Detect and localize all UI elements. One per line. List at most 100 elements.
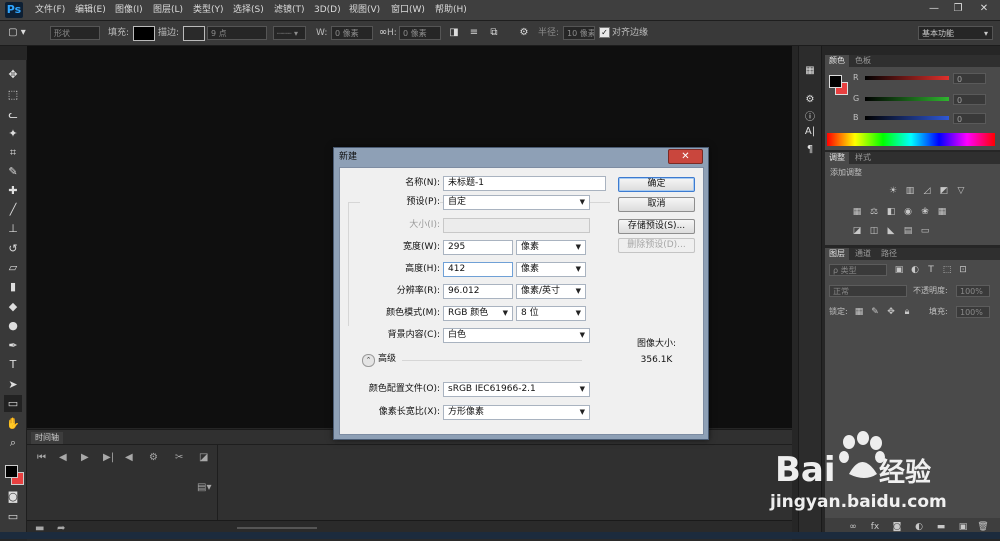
color-lookup-icon[interactable]: ▦ [936, 206, 948, 218]
black-white-icon[interactable]: ◧ [885, 206, 897, 218]
menu-type[interactable]: 类型(Y) [193, 3, 224, 17]
exposure-icon[interactable]: ◩ [938, 185, 950, 197]
filter-smart-object-icon[interactable]: ⊡ [957, 264, 969, 276]
type-tool-icon[interactable]: T [4, 356, 22, 373]
history-panel-icon[interactable]: ▦ [802, 63, 818, 79]
character-panel-icon[interactable]: A| [802, 124, 818, 140]
bit-depth-select[interactable]: 8 位 ▼ [516, 306, 586, 321]
align-edges-checkbox[interactable]: ✓ [599, 27, 610, 38]
red-slider[interactable] [865, 76, 949, 80]
blue-input[interactable]: 0 [953, 113, 986, 124]
height-unit-select[interactable]: 像素 ▼ [516, 262, 586, 277]
vibrance-icon[interactable]: ▽ [955, 185, 967, 197]
close-button[interactable]: ✕ [972, 1, 996, 16]
fill-swatch[interactable] [133, 26, 155, 41]
cancel-button[interactable]: 取消 [618, 197, 695, 212]
name-input[interactable]: 未标题-1 [443, 176, 606, 191]
tab-styles[interactable]: 样式 [851, 152, 875, 164]
lock-all-icon[interactable]: 🔒︎ [901, 306, 913, 318]
tab-paths[interactable]: 路径 [877, 248, 901, 260]
curves-icon[interactable]: ◿ [921, 185, 933, 197]
stroke-swatch[interactable] [183, 26, 205, 41]
audio-icon[interactable]: ◀ [125, 452, 133, 464]
menu-3d[interactable]: 3D(D) [314, 3, 341, 17]
color-spectrum-ramp[interactable] [827, 133, 995, 146]
previous-frame-icon[interactable]: ◀ [59, 452, 67, 464]
menu-filter[interactable]: 滤镜(T) [274, 3, 305, 17]
menu-file[interactable]: 文件(F) [35, 3, 65, 17]
lock-image-icon[interactable]: ✎ [869, 306, 881, 318]
color-foreground-swatch[interactable] [829, 75, 842, 88]
blend-mode-select[interactable]: 正常 [829, 285, 907, 297]
clone-stamp-tool-icon[interactable]: ⊥ [4, 220, 22, 237]
transition-icon[interactable]: ◪ [199, 452, 208, 464]
opacity-input[interactable]: 100% [956, 285, 990, 297]
background-select[interactable]: 白色 ▼ [443, 328, 590, 343]
brush-tool-icon[interactable]: ╱ [4, 201, 22, 218]
levels-icon[interactable]: ▥ [904, 185, 916, 197]
menu-image[interactable]: 图像(I) [115, 3, 143, 17]
screen-mode-icon[interactable]: ▭ [4, 508, 22, 525]
play-icon[interactable]: ▶ [81, 452, 89, 464]
quick-mask-icon[interactable]: ◙ [4, 488, 22, 505]
zoom-tool-icon[interactable]: ⌕ [4, 434, 22, 451]
marquee-tool-icon[interactable]: ⬚ [4, 86, 22, 103]
brightness-icon[interactable]: ☀ [887, 185, 899, 197]
path-alignment-icon[interactable]: ≡ [467, 26, 481, 40]
first-frame-icon[interactable]: ⏮ [37, 452, 46, 464]
filter-shape-icon[interactable]: ⬚ [941, 264, 953, 276]
gradient-map-icon[interactable]: ▭ [919, 225, 931, 237]
pixel-aspect-select[interactable]: 方形像素 ▼ [443, 405, 590, 420]
split-scissors-icon[interactable]: ✂ [175, 452, 183, 464]
width-input[interactable]: 0 像素 [331, 26, 373, 40]
resolution-unit-select[interactable]: 像素/英寸 ▼ [516, 284, 586, 299]
menu-select[interactable]: 选择(S) [233, 3, 264, 17]
advanced-toggle-icon[interactable]: ⌃ [362, 354, 375, 367]
width-unit-select[interactable]: 像素 ▼ [516, 240, 586, 255]
tab-channels[interactable]: 通道 [851, 248, 875, 260]
foreground-color-swatch[interactable] [5, 465, 18, 478]
save-preset-button[interactable]: 存储预设(S)... [618, 219, 695, 234]
preset-select[interactable]: 自定 ▼ [443, 195, 590, 210]
height-input[interactable]: 0 像素 [399, 26, 441, 40]
menu-help[interactable]: 帮助(H) [435, 3, 467, 17]
healing-brush-tool-icon[interactable]: ✚ [4, 182, 22, 199]
selective-color-icon[interactable]: ▤ [902, 225, 914, 237]
blur-tool-icon[interactable]: ◆ [4, 298, 22, 315]
radius-input[interactable]: 10 像素 [563, 26, 595, 40]
paragraph-panel-icon[interactable]: ¶ [802, 142, 818, 158]
menu-window[interactable]: 窗口(W) [391, 3, 425, 17]
photo-filter-icon[interactable]: ◉ [902, 206, 914, 218]
rounded-rectangle-tool-icon[interactable]: ▢ ▾ [4, 26, 30, 40]
filter-pixel-icon[interactable]: ▣ [893, 264, 905, 276]
fill-input[interactable]: 100% [956, 306, 990, 318]
move-tool-icon[interactable]: ✥ [4, 66, 22, 83]
workspace-select[interactable]: 基本功能 ▾ [918, 26, 993, 40]
tab-layers[interactable]: 图层 [825, 248, 849, 260]
color-balance-icon[interactable]: ⚖ [868, 206, 880, 218]
layer-filter-select[interactable]: ρ 类型 [829, 264, 887, 276]
stroke-type-select[interactable]: ┈┈┈ ▾ [273, 26, 306, 40]
path-operations-icon[interactable]: ◨ [447, 26, 461, 40]
blue-slider[interactable] [865, 116, 949, 120]
eyedropper-tool-icon[interactable]: ✎ [4, 163, 22, 180]
crop-tool-icon[interactable]: ⌗ [4, 144, 22, 161]
eraser-tool-icon[interactable]: ▱ [4, 259, 22, 276]
filter-type-icon[interactable]: T [925, 264, 937, 276]
history-brush-tool-icon[interactable]: ↺ [4, 240, 22, 257]
next-frame-icon[interactable]: ▶| [103, 452, 114, 464]
stroke-width-select[interactable]: 9 点 [207, 26, 267, 40]
channel-mixer-icon[interactable]: ❀ [919, 206, 931, 218]
red-input[interactable]: 0 [953, 73, 986, 84]
color-profile-select[interactable]: sRGB IEC61966-2.1 ▼ [443, 382, 590, 397]
color-mode-select[interactable]: RGB 颜色 ▼ [443, 306, 513, 321]
posterize-icon[interactable]: ◫ [868, 225, 880, 237]
menu-layer[interactable]: 图层(L) [153, 3, 183, 17]
path-arrangement-icon[interactable]: ⧉ [487, 26, 501, 40]
tab-adjustments[interactable]: 调整 [825, 152, 849, 164]
lasso-tool-icon[interactable]: ᓚ [4, 106, 22, 123]
lock-position-icon[interactable]: ✥ [885, 306, 897, 318]
hue-saturation-icon[interactable]: ▦ [851, 206, 863, 218]
dialog-close-button[interactable]: ✕ [668, 149, 703, 164]
restore-button[interactable]: ❐ [946, 1, 970, 16]
